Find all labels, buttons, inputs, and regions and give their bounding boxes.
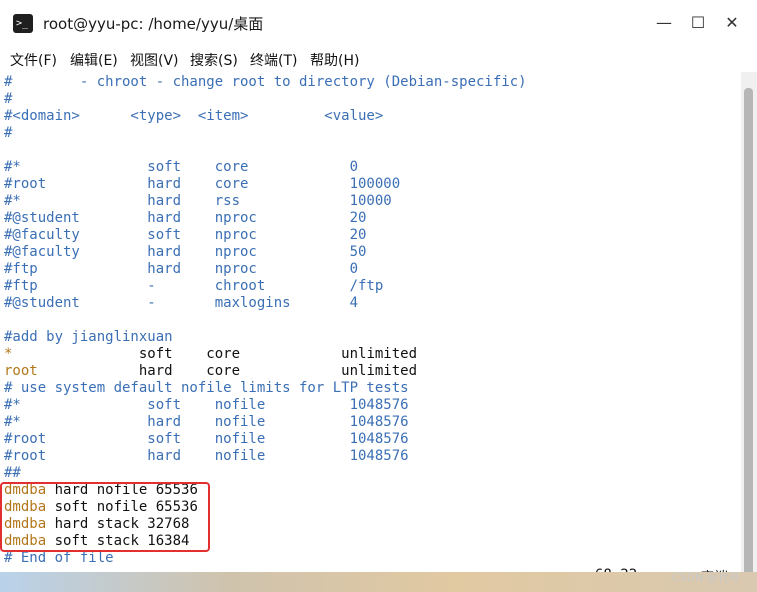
terminal-line: ## [4,465,21,482]
line-text: #* hard nofile 1048576 [4,414,409,430]
terminal-line: #@student hard nproc 20 [4,210,366,227]
line-text: #@faculty hard nproc 50 [4,244,367,260]
terminal-line: #@faculty hard nproc 50 [4,244,366,261]
minimize-button[interactable]: — [649,9,679,37]
line-text: #root hard core 100000 [4,176,401,192]
line-text: #<domain> <type> <item> <value> [4,108,384,124]
menu-bar: 文件(F) 编辑(E) 视图(V) 搜索(S) 终端(T) 帮助(H) [0,45,757,72]
line-text: #@student - maxlogins 4 [4,295,359,311]
line-text: #@faculty soft nproc 20 [4,227,367,243]
scrollbar-thumb[interactable] [744,88,753,576]
menu-help[interactable]: 帮助(H) [310,50,359,70]
line-text: # [4,91,13,107]
line-text: #root soft nofile 1048576 [4,431,409,447]
line-text: hard core unlimited [37,363,418,379]
terminal-line: #root hard core 100000 [4,176,400,193]
window-title: root@yyu-pc: /home/yyu/桌面 [43,15,264,33]
menu-terminal[interactable]: 终端(T) [250,50,297,70]
terminal-line: # use system default nofile limits for L… [4,380,409,397]
menu-edit[interactable]: 编辑(E) [70,50,118,70]
terminal-line: #@faculty soft nproc 20 [4,227,366,244]
menu-file[interactable]: 文件(F) [10,50,57,70]
terminal-line: #@student - maxlogins 4 [4,295,358,312]
terminal-line: # End of file [4,550,114,567]
terminal-line: # [4,91,12,108]
terminal-line: #<domain> <type> <item> <value> [4,108,383,125]
line-text: # [4,125,13,141]
close-button[interactable]: ✕ [717,9,747,37]
terminal-line: #ftp - chroot /ftp [4,278,383,295]
line-text: # End of file [4,550,114,566]
terminal-line: #* soft core 0 [4,159,358,176]
line-text: #ftp - chroot /ftp [4,278,384,294]
terminal-line: #* hard rss 10000 [4,193,392,210]
terminal-line: #ftp hard nproc 0 [4,261,358,278]
menu-search[interactable]: 搜索(S) [190,50,238,70]
line-text: #@student hard nproc 20 [4,210,367,226]
line-text: # use system default nofile limits for L… [4,380,409,396]
highlight-box [0,482,210,552]
terminal-line: root hard core unlimited [4,363,417,380]
menu-view[interactable]: 视图(V) [130,50,179,70]
terminal-line: #* hard nofile 1048576 [4,414,409,431]
line-text: # - chroot - change root to directory (D… [4,74,527,90]
terminal-line: #add by jianglinxuan [4,329,173,346]
terminal-icon: >_ [13,14,33,33]
line-text: soft core unlimited [12,346,418,362]
line-text: #ftp hard nproc 0 [4,261,359,277]
scrollbar[interactable] [741,72,757,592]
line-prefix: root [4,363,38,379]
line-text: #* hard rss 10000 [4,193,392,209]
line-text: #* soft nofile 1048576 [4,397,409,413]
desktop-background [0,572,757,592]
terminal-output[interactable]: # End of file dmdba soft stack 16384 dmdba… [0,72,741,592]
terminal-line: # - chroot - change root to directory (D… [4,74,527,91]
terminal-line: #root hard nofile 1048576 [4,448,409,465]
line-text: #* soft core 0 [4,159,359,175]
watermark: CSDN @代号 [672,571,740,584]
line-text: ## [4,465,21,481]
terminal-line: # [4,125,12,142]
maximize-button[interactable]: ☐ [683,9,713,37]
line-text: #add by jianglinxuan [4,329,173,345]
line-text: #root hard nofile 1048576 [4,448,409,464]
terminal-line: #root soft nofile 1048576 [4,431,409,448]
terminal-line: #* soft nofile 1048576 [4,397,409,414]
terminal-line: * soft core unlimited [4,346,417,363]
title-bar: >_ root@yyu-pc: /home/yyu/桌面 — ☐ ✕ [0,0,757,45]
